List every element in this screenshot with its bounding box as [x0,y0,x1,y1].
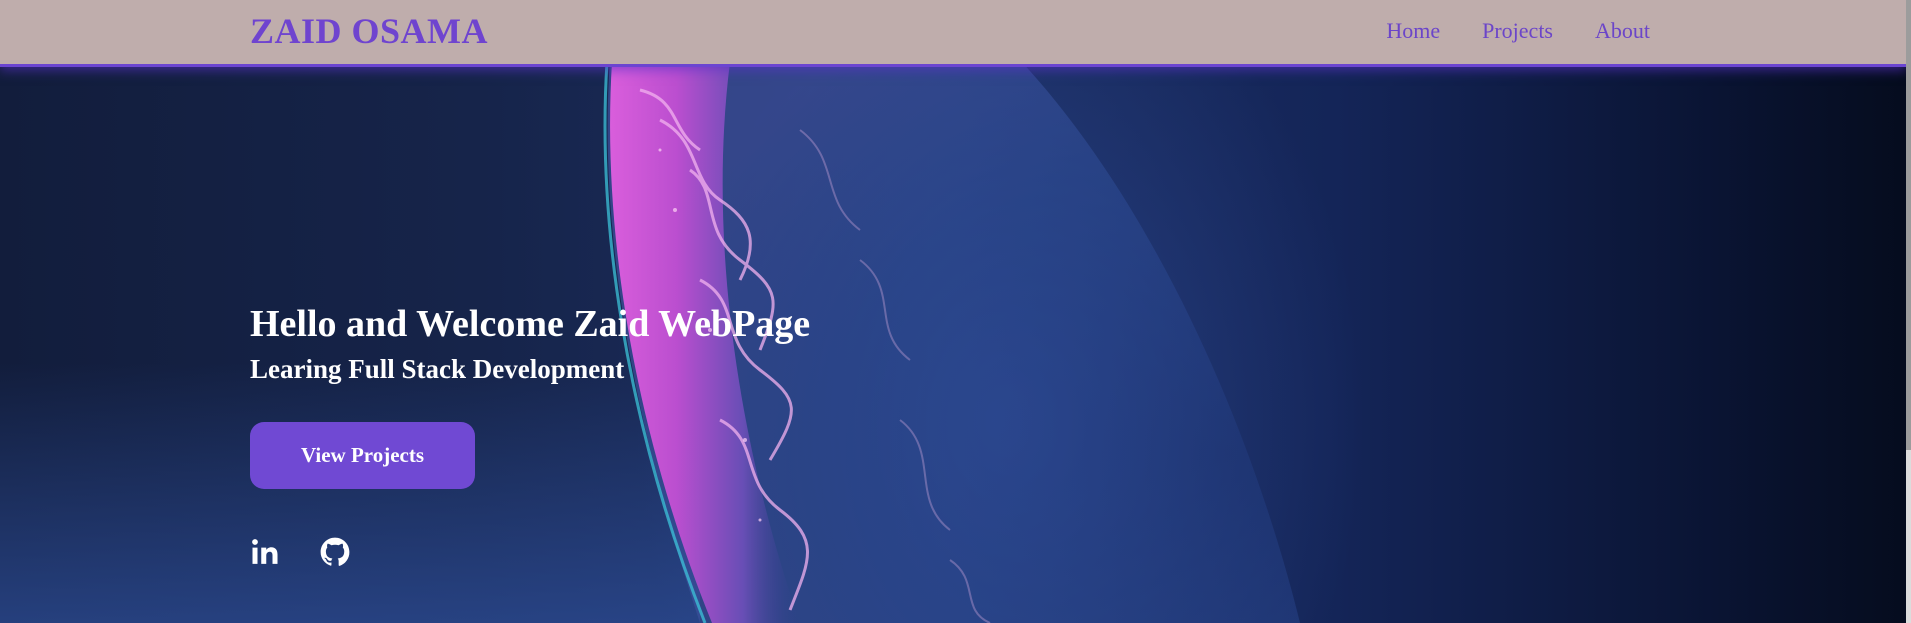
github-link[interactable] [320,537,350,567]
hero-content: Hello and Welcome Zaid WebPage Learing F… [250,300,810,567]
page-scrollbar-thumb[interactable] [1906,0,1911,450]
hero-title: Hello and Welcome Zaid WebPage [250,303,811,345]
social-links [250,537,810,567]
hero-subtitle: Learing Full Stack Development [250,354,625,384]
github-icon [320,537,350,566]
brand-logo-link[interactable]: ZAID OSAMA [250,10,488,52]
navbar: ZAID OSAMA Home Projects About [0,0,1906,67]
nav-link-home[interactable]: Home [1386,18,1440,44]
view-projects-button[interactable]: View Projects [250,422,475,489]
page: ZAID OSAMA Home Projects About Hello and… [0,0,1911,623]
linkedin-link[interactable] [250,537,280,567]
nav-link-projects[interactable]: Projects [1482,18,1553,44]
linkedin-icon [252,539,278,564]
nav-link-about[interactable]: About [1595,18,1650,44]
nav-links: Home Projects About [1386,18,1650,44]
